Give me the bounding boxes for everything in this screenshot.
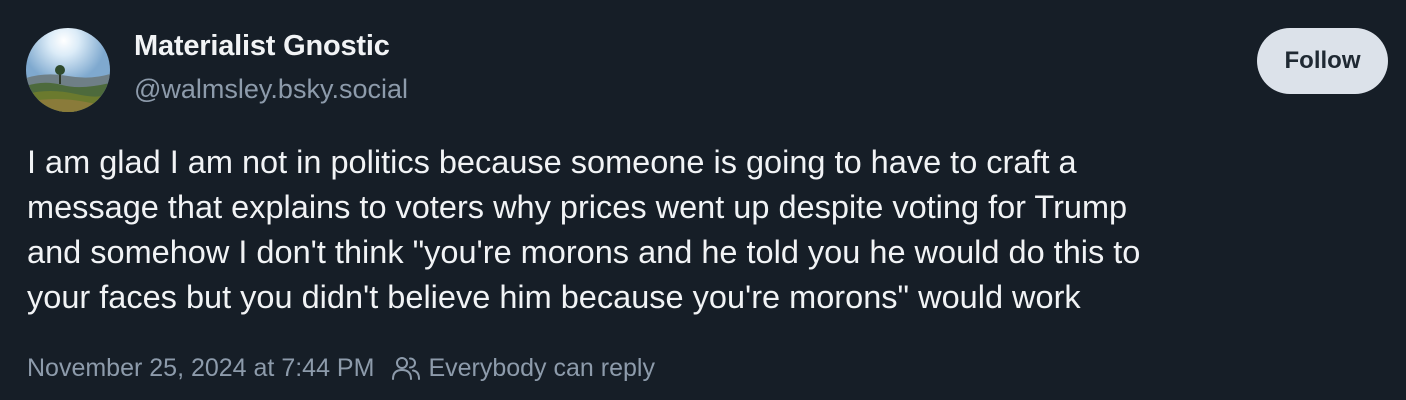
avatar[interactable] [26, 28, 110, 112]
people-icon [392, 357, 421, 380]
reply-setting: Everybody can reply [392, 354, 655, 383]
follow-button[interactable]: Follow [1257, 28, 1388, 94]
post: Materialist Gnostic @walmsley.bsky.socia… [0, 0, 1406, 400]
post-timestamp[interactable]: November 25, 2024 at 7:44 PM [27, 354, 374, 383]
reply-setting-label: Everybody can reply [428, 353, 655, 382]
post-text: I am glad I am not in politics because s… [27, 140, 1387, 320]
post-text-line: and somehow I don't think "you're morons… [27, 234, 1141, 270]
post-text-line: your faces but you didn't believe him be… [27, 279, 1081, 315]
author-handle[interactable]: @walmsley.bsky.social [134, 74, 408, 105]
post-text-line: message that explains to voters why pric… [27, 189, 1128, 225]
post-meta: November 25, 2024 at 7:44 PM Everybody c… [27, 352, 655, 384]
post-text-line: I am glad I am not in politics because s… [27, 144, 1077, 180]
author-display-name[interactable]: Materialist Gnostic [134, 30, 390, 63]
avatar-image [26, 28, 110, 112]
